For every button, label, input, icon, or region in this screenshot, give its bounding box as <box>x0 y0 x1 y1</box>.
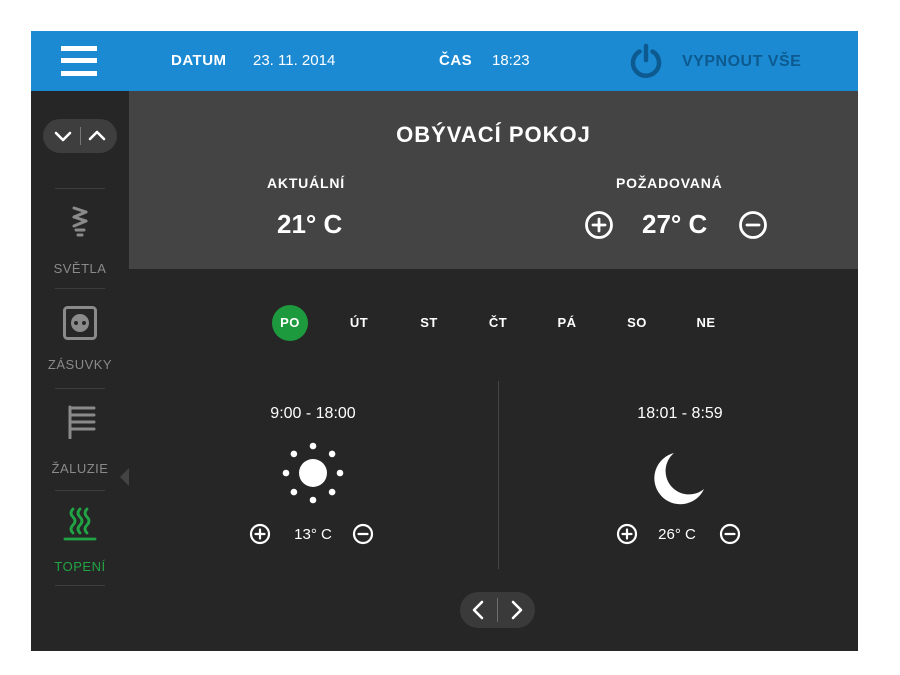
active-indicator <box>120 468 129 486</box>
sidebar-item-sockets[interactable]: ZÁSUVKY <box>31 289 129 385</box>
current-temp-label: AKTUÁLNÍ <box>267 175 345 191</box>
day-slot-temp: 13° C <box>294 526 332 543</box>
night-slot-temp: 26° C <box>658 526 696 543</box>
increase-target-button[interactable] <box>584 210 614 240</box>
date-label: DATUM <box>171 52 227 69</box>
room-title: OBÝVACÍ POKOJ <box>396 122 591 147</box>
chevron-right-icon[interactable] <box>505 599 527 621</box>
decrease-day-temp-button[interactable] <box>352 523 374 545</box>
sidebar-item-blinds[interactable]: ŽALUZIE <box>31 389 129 485</box>
current-temp-value: 21° C <box>277 209 343 239</box>
blinds-icon <box>68 405 96 439</box>
sidebar-item-heating[interactable]: TOPENÍ <box>31 491 129 587</box>
tab-day-ct[interactable]: ČT <box>480 305 516 341</box>
tab-day-so[interactable]: SO <box>619 305 655 341</box>
target-temp-value: 27° C <box>642 209 708 239</box>
sidebar: SVĚTLA ZÁSUVKY ŽALUZIE TOPENÍ <box>31 91 129 651</box>
schedule-divider <box>498 381 499 569</box>
sidebar-item-label: ZÁSUVKY <box>47 357 113 372</box>
increase-day-temp-button[interactable] <box>249 523 271 545</box>
socket-icon <box>63 306 97 340</box>
power-icon <box>630 43 662 78</box>
day-slot-range: 9:00 - 18:00 <box>270 405 356 422</box>
sidebar-item-label: ŽALUZIE <box>51 461 109 476</box>
room-panel: OBÝVACÍ POKOJ AKTUÁLNÍ 21° C POŽADOVANÁ … <box>129 91 858 269</box>
heating-icon <box>63 507 97 541</box>
light-bulb-icon <box>72 206 88 237</box>
decrease-target-button[interactable] <box>738 210 768 240</box>
sidebar-item-label: TOPENÍ <box>54 559 106 574</box>
night-slot-range: 18:01 - 8:59 <box>637 405 723 422</box>
sidebar-scroll-control <box>43 119 117 153</box>
chevron-down-icon[interactable] <box>52 125 74 147</box>
tab-day-pa[interactable]: PÁ <box>549 305 585 341</box>
thermostat-app: DATUM 23. 11. 2014 ČAS 18:23 VYPNOUT VŠE <box>31 31 858 651</box>
decrease-night-temp-button[interactable] <box>719 523 741 545</box>
date-value: 23. 11. 2014 <box>253 52 336 69</box>
sun-icon <box>282 442 344 504</box>
time-label: ČAS <box>439 52 473 69</box>
power-off-all-button[interactable]: VYPNOUT VŠE <box>627 42 817 82</box>
tab-day-ne[interactable]: NE <box>688 305 724 341</box>
moon-icon <box>654 453 704 505</box>
top-bar: DATUM 23. 11. 2014 ČAS 18:23 VYPNOUT VŠE <box>31 31 858 91</box>
chevron-up-icon[interactable] <box>86 125 108 147</box>
target-temp-label: POŽADOVANÁ <box>616 175 723 191</box>
tab-day-ut[interactable]: ÚT <box>341 305 377 341</box>
sidebar-item-label: SVĚTLA <box>53 261 107 276</box>
tab-day-po[interactable]: PO <box>272 305 308 341</box>
chevron-left-icon[interactable] <box>468 599 490 621</box>
hamburger-menu-icon[interactable] <box>61 43 97 79</box>
increase-night-temp-button[interactable] <box>616 523 638 545</box>
sidebar-item-lights[interactable]: SVĚTLA <box>31 189 129 285</box>
tab-day-st[interactable]: ST <box>411 305 447 341</box>
slot-pager <box>460 592 535 628</box>
power-off-all-label: VYPNOUT VŠE <box>682 53 802 70</box>
time-value: 18:23 <box>492 52 530 69</box>
